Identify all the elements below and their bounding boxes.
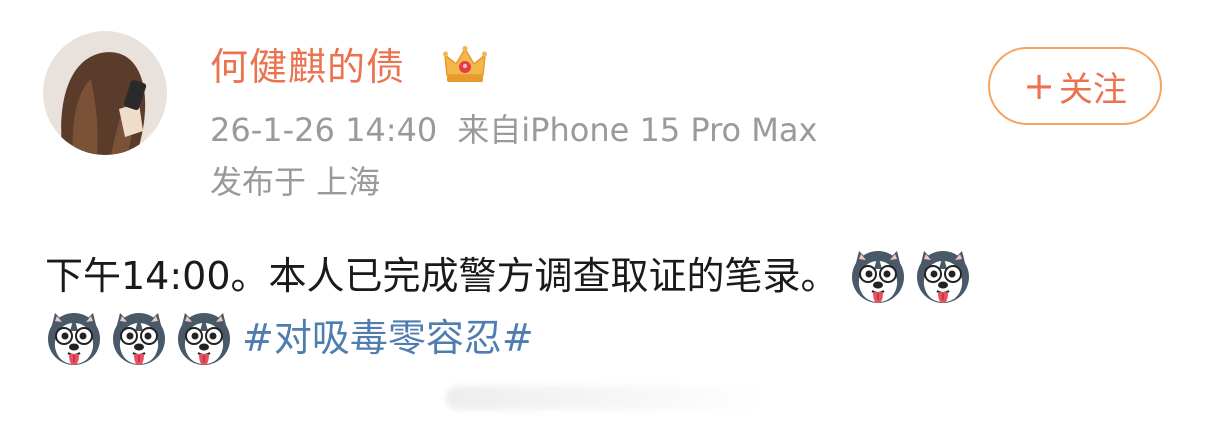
post-source[interactable]: 来自iPhone 15 Pro Max	[457, 111, 817, 149]
post-location: 发布于 上海	[210, 163, 381, 201]
crown-icon	[443, 45, 487, 87]
content-line-2: #对吸毒零容忍#	[45, 307, 1165, 369]
post-time: 26-1-26 14:40	[210, 111, 438, 149]
content-line-1: 下午14:00。本人已完成警方调查取证的笔录。	[45, 245, 1165, 307]
post-content: 下午14:00。本人已完成警方调查取证的笔录。 #对吸毒零容忍#	[45, 245, 1165, 369]
plus-icon: +	[1023, 64, 1055, 108]
username[interactable]: 何健麒的债	[210, 44, 405, 90]
avatar[interactable]	[43, 31, 167, 155]
hashtag-link[interactable]: #对吸毒零容忍#	[242, 307, 534, 369]
husky-dog-emoji	[45, 309, 103, 367]
blurred-watermark	[445, 386, 765, 410]
husky-dog-emoji	[110, 309, 168, 367]
follow-label: 关注	[1058, 69, 1127, 110]
post-text: 下午14:00。本人已完成警方调查取证的笔录。	[45, 254, 839, 298]
husky-dog-emoji	[849, 247, 907, 305]
husky-dog-emoji	[175, 309, 233, 367]
post-meta-time: 26-1-26 14:40 来自iPhone 15 Pro Max	[210, 110, 817, 150]
husky-dog-emoji	[914, 247, 972, 305]
follow-button[interactable]: + 关注	[988, 47, 1162, 125]
avatar-image	[43, 31, 167, 155]
